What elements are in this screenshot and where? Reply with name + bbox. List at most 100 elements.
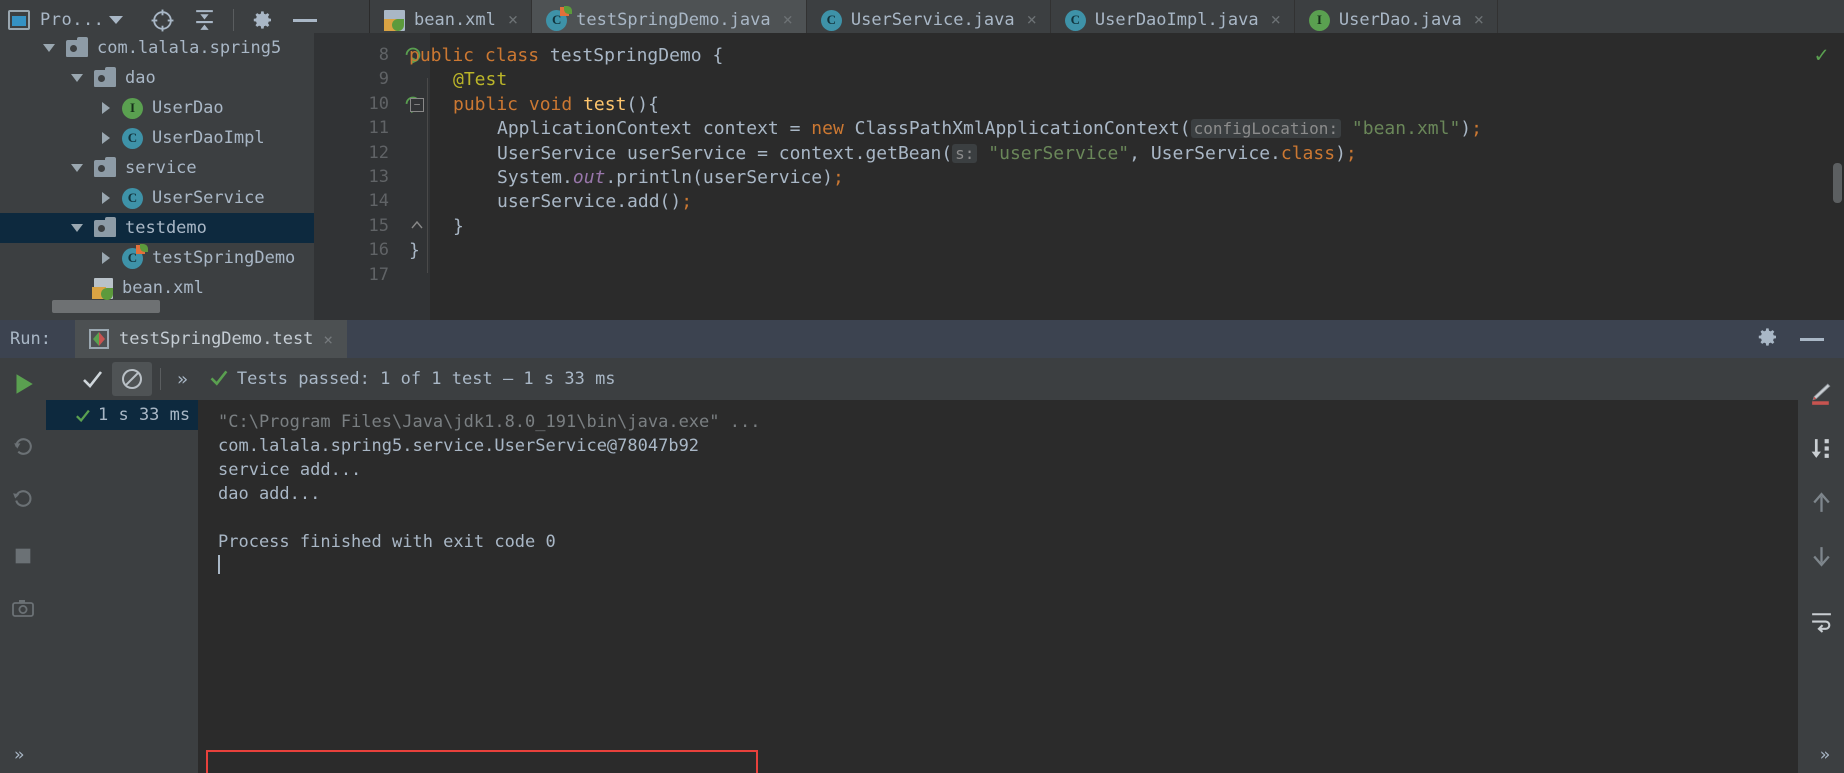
expand-right-toolbar-button[interactable]: » [1820, 745, 1830, 765]
project-label[interactable]: Pro... [40, 10, 104, 30]
run-left-toolbar: » [0, 358, 46, 773]
chevron-right-icon[interactable] [98, 100, 114, 116]
test-results-tree[interactable]: 1 s 33 ms [46, 400, 198, 773]
run-settings-button[interactable] [1756, 325, 1780, 353]
code-line-14[interactable]: userService.add(); [409, 191, 692, 212]
xml-spring-file-icon [384, 9, 405, 31]
show-passed-button[interactable] [72, 362, 112, 396]
chevron-right-icon[interactable] [98, 130, 114, 146]
tree-node-service[interactable]: service [0, 153, 314, 183]
tree-node-UserService[interactable]: C UserService [0, 183, 314, 213]
java-class-icon: C [122, 127, 143, 149]
code-line-10[interactable]: public void test(){ [409, 94, 659, 115]
editor-code-area[interactable]: public class testSpringDemo { @Test public… [397, 33, 1844, 320]
tree-node-dao[interactable]: dao [0, 63, 314, 93]
test-status-check-icon [208, 367, 229, 392]
up-arrow-icon [1812, 491, 1830, 512]
tree-node-bean-xml[interactable]: bean.xml [0, 273, 314, 303]
code-line-15[interactable]: } [409, 216, 464, 237]
gear-icon [1758, 328, 1776, 346]
expand-toolbar-button[interactable]: » [177, 369, 188, 390]
tree-node-testSpringDemo[interactable]: CtestSpringDemo [0, 243, 314, 273]
test-tree-row[interactable]: 1 s 33 ms [46, 400, 198, 430]
close-icon[interactable]: × [508, 10, 518, 30]
wrap-text-icon [1811, 612, 1831, 633]
rerun-button[interactable] [9, 370, 37, 398]
rerun-failed-tests-button[interactable] [9, 432, 37, 460]
code-line-12[interactable]: UserService userService = context.getBea… [409, 143, 1357, 164]
package-folder-icon [66, 36, 88, 57]
close-icon[interactable]: × [783, 10, 793, 30]
camera-icon [12, 600, 34, 617]
console-line: service add... [218, 460, 362, 480]
tree-node-UserDao[interactable]: I UserDao [0, 93, 314, 123]
project-tree-hscrollbar[interactable] [52, 300, 160, 313]
line-number: 11 [368, 118, 389, 139]
rerun-automatically-button[interactable] [9, 484, 37, 512]
gear-icon [254, 11, 272, 29]
line-number: 14 [368, 191, 389, 212]
chevron-down-icon[interactable] [70, 70, 86, 86]
close-icon[interactable]: × [1027, 10, 1037, 30]
inspection-ok-icon[interactable]: ✓ [1815, 43, 1828, 68]
java-class-icon: C [122, 187, 143, 209]
code-line-11[interactable]: ApplicationContext context = new ClassPa… [409, 118, 1482, 139]
expand-left-toolbar-button[interactable]: » [14, 745, 24, 765]
run-minimize-button[interactable] [1800, 337, 1824, 341]
package-folder-icon [94, 216, 116, 237]
minimize-icon [293, 18, 318, 22]
tree-node-testdemo[interactable]: testdemo [0, 213, 314, 243]
tab-label: UserService.java [850, 10, 1015, 30]
console-line: Process finished with exit code 0 [218, 532, 556, 552]
screenshot-button[interactable] [9, 594, 37, 622]
chevron-down-icon[interactable] [42, 40, 58, 56]
stop-button[interactable] [9, 542, 37, 570]
toolbar-divider [233, 9, 235, 31]
code-line-16[interactable]: } [409, 240, 420, 261]
chevron-down-icon[interactable] [70, 160, 86, 176]
code-line-13[interactable]: System.out.println(userService); [409, 167, 844, 188]
next-occurrence-button[interactable] [1807, 542, 1835, 570]
package-folder-icon [94, 156, 116, 177]
hide-ignored-button[interactable] [112, 362, 152, 396]
tree-node-label: bean.xml [122, 278, 204, 298]
tab-label: bean.xml [414, 10, 496, 30]
code-line-8[interactable]: public class testSpringDemo { [409, 45, 723, 66]
close-icon[interactable]: × [1271, 10, 1281, 30]
tab-label: UserDaoImpl.java [1094, 10, 1259, 30]
tree-node-label: service [125, 158, 197, 178]
console-output[interactable]: "C:\Program Files\Java\jdk1.8.0_191\bin\… [198, 400, 1798, 773]
project-window-icon[interactable] [8, 10, 30, 30]
collapse-all-icon [196, 9, 213, 30]
toolbar-divider [160, 368, 161, 390]
idea-window: Pro... bean.xml × C testSpringDemo.java … [0, 0, 1844, 773]
down-arrow-icon [1812, 546, 1830, 567]
run-config-tab[interactable]: testSpringDemo.test × [74, 320, 348, 358]
green-check-icon [76, 409, 90, 422]
editor-vertical-scrollbar[interactable] [1833, 163, 1842, 203]
wrap-text-button[interactable] [1807, 606, 1835, 634]
close-icon[interactable]: × [1474, 10, 1484, 30]
rerun-failed-icon [13, 437, 32, 455]
crosshair-target-icon [151, 9, 174, 31]
java-class-spring-icon: C [122, 243, 148, 269]
console-right-toolbar: » [1798, 358, 1844, 773]
soft-wrap-button[interactable] [1807, 380, 1835, 408]
chevron-down-icon[interactable] [70, 220, 86, 236]
soft-wrap-pencil-icon [1811, 383, 1830, 405]
line-number: 17 [368, 264, 389, 285]
previous-occurrence-button[interactable] [1807, 488, 1835, 516]
scroll-to-end-button[interactable] [1807, 434, 1835, 462]
tree-node-UserDaoImpl[interactable]: C UserDaoImpl [0, 123, 314, 153]
tree-node-com-lalala-spring5[interactable]: com.lalala.spring5 [0, 33, 314, 63]
close-icon[interactable]: × [323, 330, 333, 349]
java-class-icon: C [1064, 9, 1086, 31]
chevron-right-icon[interactable] [98, 190, 114, 206]
chevron-right-icon[interactable] [98, 250, 114, 266]
project-tree-panel[interactable]: com.lalala.spring5 dao I UserDao C UserDaoImp… [0, 33, 314, 320]
code-editor[interactable]: 8 9 10 11 12 13 14 15 16 17 − public class testSp… [314, 33, 1844, 320]
code-line-9[interactable]: @Test [409, 69, 507, 90]
chevron-down-icon[interactable] [109, 16, 124, 24]
test-results-toolbar: » Tests passed: 1 of 1 test – 1 s 33 ms [46, 358, 1798, 400]
test-status-text: Tests passed: 1 of 1 test – 1 s 33 ms [236, 369, 616, 389]
